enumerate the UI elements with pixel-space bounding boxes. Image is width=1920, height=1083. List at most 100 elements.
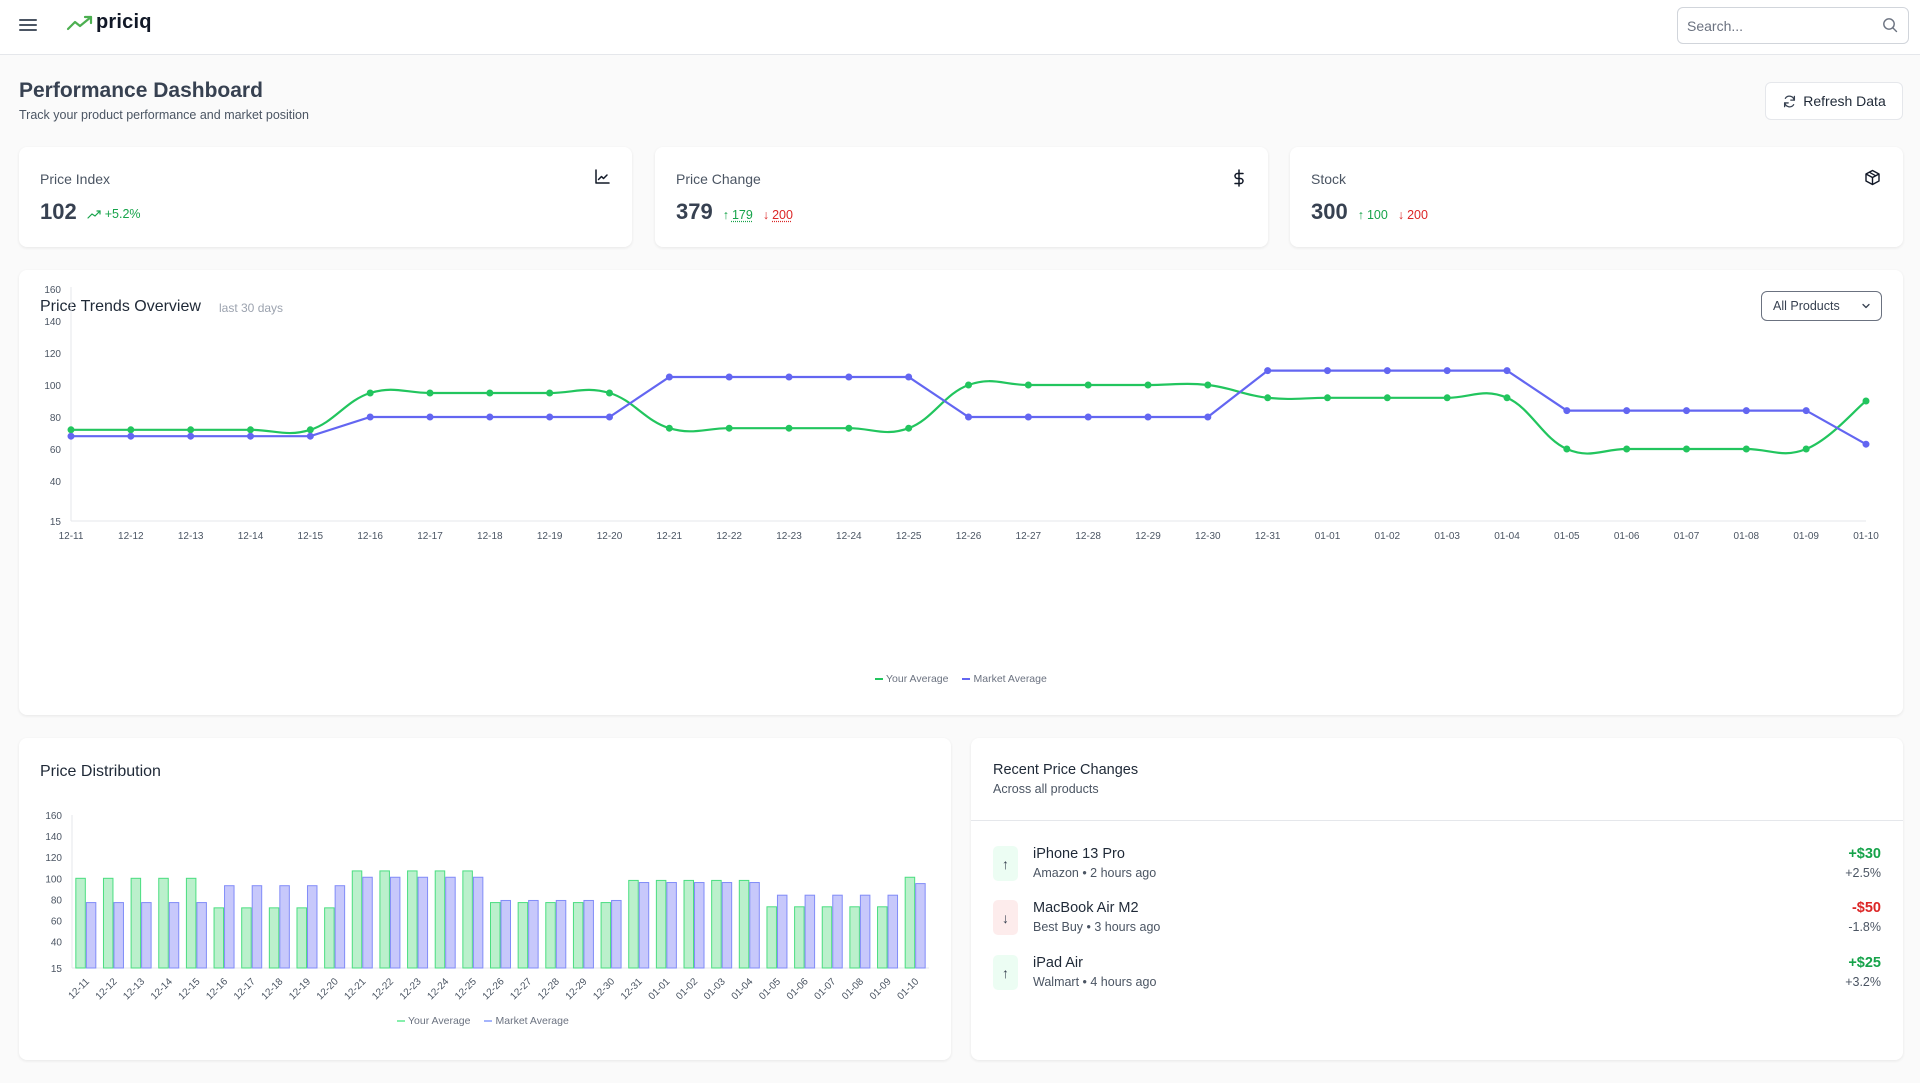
legend-item-your-average[interactable]: Your Average bbox=[875, 673, 948, 685]
x-tick-label: 01-05 bbox=[1554, 531, 1580, 542]
x-tick-label: 01-01 bbox=[1315, 531, 1341, 542]
data-point bbox=[486, 389, 494, 397]
kpi-value: 102 bbox=[40, 199, 77, 224]
bar-market-average bbox=[168, 902, 180, 969]
kpi-up-value: 179 bbox=[731, 208, 753, 222]
arrow-up-icon: ↑ bbox=[993, 846, 1018, 881]
data-point bbox=[1144, 413, 1152, 421]
app-logo[interactable]: priciq bbox=[66, 11, 152, 34]
bar-your-average bbox=[490, 902, 501, 969]
legend-label: Market Average bbox=[495, 1015, 569, 1027]
data-point bbox=[665, 373, 673, 381]
y-tick-label: 60 bbox=[51, 917, 63, 928]
bar-your-average bbox=[213, 907, 225, 969]
kpi-down-count[interactable]: ↓ 200 bbox=[763, 208, 793, 222]
arrow-down-icon: ↓ bbox=[1397, 208, 1405, 222]
x-tick-label: 01-09 bbox=[868, 976, 894, 1002]
menu-icon-line bbox=[19, 24, 37, 26]
price-distribution-card: Price Distribution 15 40 60 80 100 120 140 160 1… bbox=[19, 738, 951, 1060]
data-point bbox=[67, 426, 75, 434]
bar-your-average bbox=[572, 902, 584, 969]
y-tick-label: 40 bbox=[50, 477, 62, 488]
kpi-down-value: 200 bbox=[1407, 208, 1428, 222]
legend-label: Your Average bbox=[886, 673, 949, 685]
bar-your-average bbox=[600, 902, 612, 969]
legend-item-market-average[interactable]: Market Average bbox=[962, 673, 1047, 685]
search-input[interactable] bbox=[1678, 8, 1868, 43]
price-change-item[interactable]: ↓ MacBook Air M2 Best Buy • 3 hours ago … bbox=[993, 898, 1881, 942]
bar-market-average bbox=[528, 899, 539, 969]
hamburger-menu-button[interactable] bbox=[19, 16, 37, 34]
x-tick-label: 12-24 bbox=[836, 531, 862, 542]
app-name: priciq bbox=[96, 11, 152, 33]
kpi-card-stock: Stock 300 ↑ 100 ↓ 200 bbox=[1290, 147, 1903, 247]
bar-market-average bbox=[306, 885, 318, 969]
data-point bbox=[1084, 413, 1092, 421]
bar-your-average bbox=[351, 870, 363, 969]
bar-market-average bbox=[749, 882, 760, 969]
x-tick-label: 12-16 bbox=[204, 976, 230, 1002]
y-tick-label: 120 bbox=[44, 349, 61, 360]
data-point bbox=[1742, 407, 1750, 415]
data-point bbox=[1802, 407, 1810, 415]
legend-item-your-average[interactable]: Your Average bbox=[397, 1015, 470, 1027]
data-point bbox=[1563, 445, 1571, 453]
bar-market-average bbox=[611, 899, 622, 969]
price-change-item[interactable]: ↑ iPhone 13 Pro Amazon • 2 hours ago +$3… bbox=[993, 844, 1881, 888]
kpi-label: Stock bbox=[1311, 171, 1347, 187]
x-tick-label: 12-23 bbox=[776, 531, 802, 542]
line-chart-icon bbox=[595, 169, 610, 184]
data-point bbox=[1144, 381, 1152, 389]
bar-your-average bbox=[462, 870, 473, 969]
data-point bbox=[1443, 394, 1451, 402]
legend-item-market-average[interactable]: Market Average bbox=[484, 1015, 569, 1027]
data-point bbox=[1383, 367, 1391, 375]
price-change-percent: +3.2% bbox=[1845, 975, 1881, 989]
kpi-trend-value: +5.2% bbox=[104, 207, 141, 221]
bar-your-average bbox=[655, 879, 667, 969]
kpi-trend: +5.2% bbox=[87, 207, 141, 221]
bar-your-average bbox=[379, 870, 390, 969]
kpi-up-count[interactable]: ↑ 179 bbox=[723, 208, 753, 222]
menu-icon-line bbox=[19, 29, 37, 31]
bar-market-average bbox=[472, 876, 484, 969]
refresh-data-button[interactable]: Refresh Data bbox=[1765, 82, 1903, 120]
kpi-value-row: 379 ↑ 179 ↓ 200 bbox=[676, 199, 793, 225]
bar-market-average bbox=[113, 902, 124, 969]
bar-market-average bbox=[721, 882, 733, 969]
x-tick-label: 12-20 bbox=[597, 531, 623, 542]
price-change-percent: -1.8% bbox=[1848, 920, 1881, 934]
data-point bbox=[1862, 440, 1870, 448]
bar-market-average bbox=[141, 902, 152, 969]
x-tick-label: 12-17 bbox=[232, 976, 258, 1002]
bar-market-average bbox=[887, 894, 899, 969]
top-navigation-bar: priciq bbox=[0, 0, 1920, 55]
data-point bbox=[905, 424, 913, 432]
data-point bbox=[965, 381, 972, 389]
bar-market-average bbox=[85, 902, 97, 969]
x-tick-label: 12-18 bbox=[477, 531, 503, 542]
data-point bbox=[845, 424, 853, 432]
data-point bbox=[606, 413, 613, 421]
data-point bbox=[1443, 367, 1451, 375]
arrow-down-icon: ↓ bbox=[762, 208, 770, 222]
x-tick-label: 12-28 bbox=[1075, 531, 1101, 542]
divider bbox=[971, 820, 1903, 821]
arrow-up-icon: ↑ bbox=[1357, 208, 1364, 222]
bar-your-average bbox=[877, 906, 888, 969]
data-point bbox=[1324, 367, 1331, 375]
price-trends-line-chart: 15 40 60 80 100 120 140 160 12-11 12-12 12-13 12-14… bbox=[44, 285, 1879, 542]
data-point bbox=[1683, 407, 1690, 415]
data-point bbox=[247, 432, 254, 440]
bar-market-average bbox=[251, 885, 263, 969]
price-change-amount: +$25 bbox=[1848, 955, 1881, 971]
product-retailer-time: Walmart • 4 hours ago bbox=[1033, 975, 1157, 989]
bar-market-average bbox=[694, 882, 705, 969]
data-point bbox=[665, 424, 673, 432]
x-tick-label: 12-14 bbox=[238, 531, 264, 542]
x-tick-label: 12-21 bbox=[657, 531, 683, 542]
search-icon[interactable] bbox=[1882, 17, 1898, 33]
data-point bbox=[127, 426, 135, 434]
data-point bbox=[1204, 413, 1212, 421]
price-change-item[interactable]: ↑ iPad Air Walmart • 4 hours ago +$25 +3… bbox=[993, 953, 1881, 997]
